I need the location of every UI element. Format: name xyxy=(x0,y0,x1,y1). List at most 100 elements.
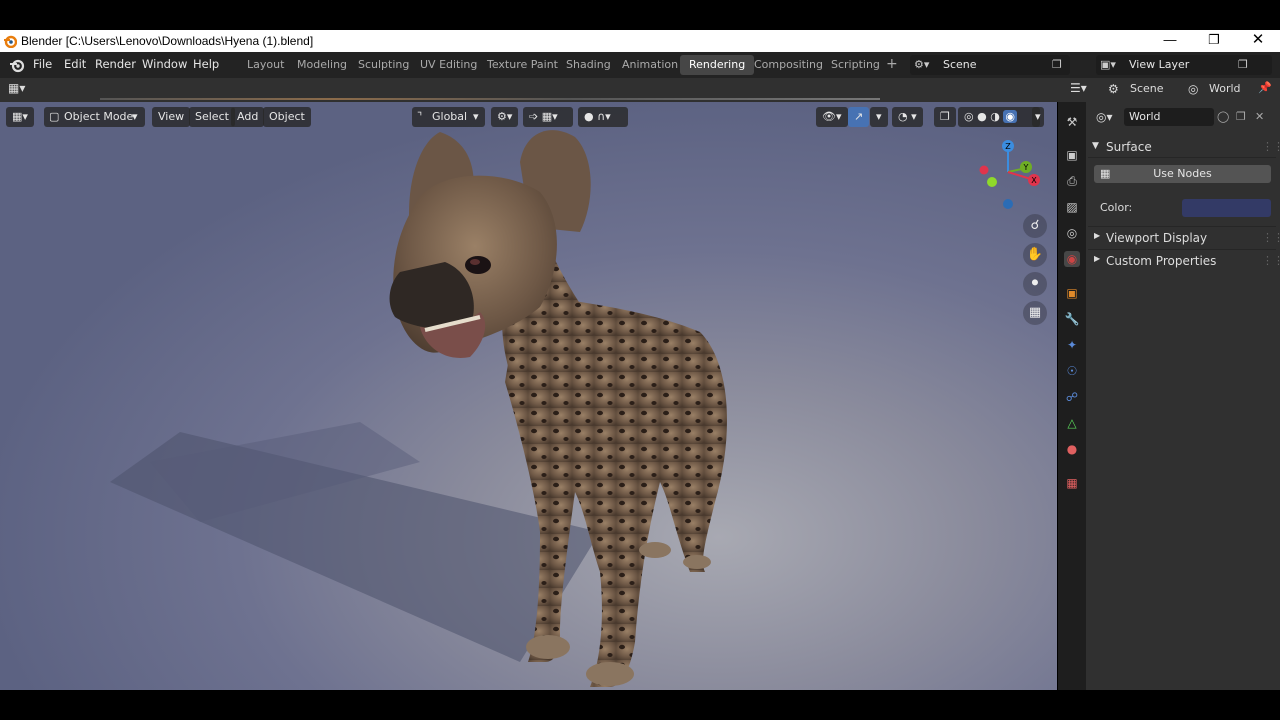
viewport-editor-type-icon[interactable]: ▦▾ xyxy=(6,107,34,127)
wireframe-shading-icon[interactable]: ◎ xyxy=(964,110,974,123)
snap-icon[interactable]: ➩ ▦▾ xyxy=(523,107,573,127)
texture-tab-icon[interactable]: ▦ xyxy=(1064,475,1080,491)
tool-tab-icon[interactable]: ⚒ xyxy=(1064,114,1080,130)
xray-icon[interactable]: ❐ xyxy=(934,107,956,127)
object-mode-icon: ▢ xyxy=(49,110,60,123)
shading-modes[interactable]: ◎ ● ◑ ◉ xyxy=(958,107,1040,127)
world-color-swatch[interactable] xyxy=(1182,199,1271,217)
custom-properties-panel-header[interactable]: ▶ Custom Properties ⋮⋮ xyxy=(1088,249,1280,269)
tab-animation[interactable]: Animation xyxy=(613,55,687,75)
tab-scripting[interactable]: Scripting xyxy=(822,55,889,75)
mode-selector[interactable]: ▢ Object Mode ▾ xyxy=(44,107,145,127)
menu-file[interactable]: File xyxy=(33,57,52,71)
viewport-display-title: Viewport Display xyxy=(1106,231,1208,245)
tab-modeling[interactable]: Modeling xyxy=(288,55,356,75)
properties-context-scene[interactable]: Scene xyxy=(1130,82,1164,95)
view-layer-tab-icon[interactable]: ▨ xyxy=(1064,199,1080,215)
particles-tab-icon[interactable]: ✦ xyxy=(1064,337,1080,353)
properties-editor-type-icon[interactable]: ☰▾ xyxy=(1070,81,1087,95)
menu-edit[interactable]: Edit xyxy=(64,57,86,71)
chevron-down-icon: ▼ xyxy=(1092,141,1099,151)
transform-orientation-selector[interactable]: ⌝ Global ▾ xyxy=(412,107,485,127)
close-icon[interactable]: ✕ xyxy=(1236,30,1280,52)
zoom-icon[interactable]: ☌ xyxy=(1023,214,1047,238)
viewport-menu-view[interactable]: View xyxy=(152,107,191,127)
navigation-gizmo[interactable]: Z Y X xyxy=(970,136,1046,212)
tab-rendering[interactable]: Rendering xyxy=(680,55,755,75)
minimize-icon[interactable]: — xyxy=(1148,30,1192,52)
tab-sculpting[interactable]: Sculpting xyxy=(349,55,418,75)
world-tab-icon[interactable]: ◉ xyxy=(1064,251,1080,267)
visibility-icon[interactable]: 👁▾ xyxy=(816,107,848,127)
chevron-down-icon: ▾ xyxy=(132,110,138,123)
tab-layout[interactable]: Layout xyxy=(238,55,293,75)
fake-user-icon[interactable]: ◯ xyxy=(1217,110,1229,123)
pivot-point-icon[interactable]: ⚙▾ xyxy=(491,107,519,127)
chevron-down-icon: ▾ xyxy=(473,110,479,123)
drag-handle-icon[interactable]: ⋮⋮ xyxy=(1262,140,1280,153)
scene-selector[interactable]: ⚙▾ Scene ❐ xyxy=(910,55,1070,75)
window-titlebar: Blender [C:\Users\Lenovo\Downloads\Hyena… xyxy=(0,30,1280,52)
overlay-icon[interactable]: ◔ ▾ xyxy=(892,107,923,127)
restore-icon[interactable]: ❐ xyxy=(1192,30,1236,52)
drag-handle-icon[interactable]: ⋮⋮ xyxy=(1262,231,1280,244)
viewport-menu-object[interactable]: Object xyxy=(263,107,311,127)
pan-hand-icon[interactable]: ✋ xyxy=(1023,243,1047,267)
properties-context-world[interactable]: World xyxy=(1209,82,1241,95)
new-scene-icon[interactable]: ❐ xyxy=(1052,55,1062,75)
constraints-tab-icon[interactable]: ☍ xyxy=(1064,389,1080,405)
menu-help[interactable]: Help xyxy=(193,57,219,71)
tab-texture-paint[interactable]: Texture Paint xyxy=(478,55,567,75)
surface-panel-header[interactable]: ▼ Surface ⋮⋮ xyxy=(1088,138,1280,158)
scene-tab-icon[interactable]: ◎ xyxy=(1064,225,1080,241)
unlink-world-icon[interactable]: ✕ xyxy=(1255,110,1264,123)
new-view-layer-icon[interactable]: ❐ xyxy=(1238,55,1248,75)
tab-compositing[interactable]: Compositing xyxy=(745,55,832,75)
drag-handle-icon[interactable]: ⋮⋮ xyxy=(1262,254,1280,267)
use-nodes-button[interactable]: ▦ Use Nodes xyxy=(1094,165,1271,183)
grid-icon[interactable]: ▦ xyxy=(1023,301,1047,325)
nodes-icon: ▦ xyxy=(1100,167,1111,180)
world-name-field[interactable]: World xyxy=(1124,108,1214,126)
material-shading-icon[interactable]: ◑ xyxy=(990,110,1000,123)
shading-dropdown-icon[interactable]: ▾ xyxy=(1032,107,1044,127)
properties-tabs: ⚒ ▣ ⎙ ▨ ◎ ◉ ▣ 🔧 ✦ ☉ ☍ △ ● ▦ xyxy=(1058,102,1086,690)
render-tab-icon[interactable]: ▣ xyxy=(1064,147,1080,163)
blender-menu-icon[interactable] xyxy=(9,57,25,73)
view-layer-selector[interactable]: ▣▾ View Layer ❐ xyxy=(1096,55,1272,75)
camera-icon[interactable]: ⚫ xyxy=(1023,272,1047,296)
pin-icon[interactable]: 📌 xyxy=(1258,81,1272,94)
physics-tab-icon[interactable]: ☉ xyxy=(1064,363,1080,379)
surface-panel-title: Surface xyxy=(1106,140,1152,154)
gizmo-dropdown-icon[interactable]: ▾ xyxy=(870,107,888,127)
output-tab-icon[interactable]: ⎙ xyxy=(1064,173,1080,189)
object-tab-icon[interactable]: ▣ xyxy=(1064,285,1080,301)
modifier-tab-icon[interactable]: 🔧 xyxy=(1064,311,1080,327)
solid-shading-icon[interactable]: ● xyxy=(977,110,987,123)
menu-window[interactable]: Window xyxy=(142,57,187,71)
orientation-icon: ⌝ xyxy=(417,110,423,123)
view-layer-name: View Layer xyxy=(1129,58,1190,71)
proportional-edit-icon[interactable]: ● ∩▾ xyxy=(578,107,628,127)
add-workspace-icon[interactable]: + xyxy=(886,56,898,72)
rendered-shading-icon[interactable]: ◉ xyxy=(1003,110,1017,123)
viewport-menu-add[interactable]: Add xyxy=(231,107,265,127)
viewport-menu-select[interactable]: Select xyxy=(189,107,235,127)
menu-render[interactable]: Render xyxy=(95,57,136,71)
tab-shading[interactable]: Shading xyxy=(557,55,620,75)
custom-properties-title: Custom Properties xyxy=(1106,254,1217,268)
material-tab-icon[interactable]: ● xyxy=(1064,441,1080,457)
properties-header: ☰▾ ⚙ Scene ◎ World 📌 xyxy=(1058,78,1280,102)
viewport-display-panel-header[interactable]: ▶ Viewport Display ⋮⋮ xyxy=(1088,226,1280,246)
3d-viewport[interactable]: ▦▾ ▢ Object Mode ▾ View Select Add Objec… xyxy=(0,102,1057,690)
mode-label: Object Mode xyxy=(64,110,134,123)
tab-uv-editing[interactable]: UV Editing xyxy=(411,55,486,75)
new-world-icon[interactable]: ❐ xyxy=(1236,110,1246,123)
data-tab-icon[interactable]: △ xyxy=(1064,415,1080,431)
world-browse-icon[interactable]: ◎▾ xyxy=(1096,110,1113,124)
chevron-right-icon: ▶ xyxy=(1094,231,1101,240)
gizmo-toggle-icon[interactable]: ↗ xyxy=(848,107,870,127)
orientation-label: Global xyxy=(432,110,468,123)
hyena-model[interactable] xyxy=(0,102,1057,690)
editor-type-icon[interactable]: ▦▾ xyxy=(8,81,25,95)
